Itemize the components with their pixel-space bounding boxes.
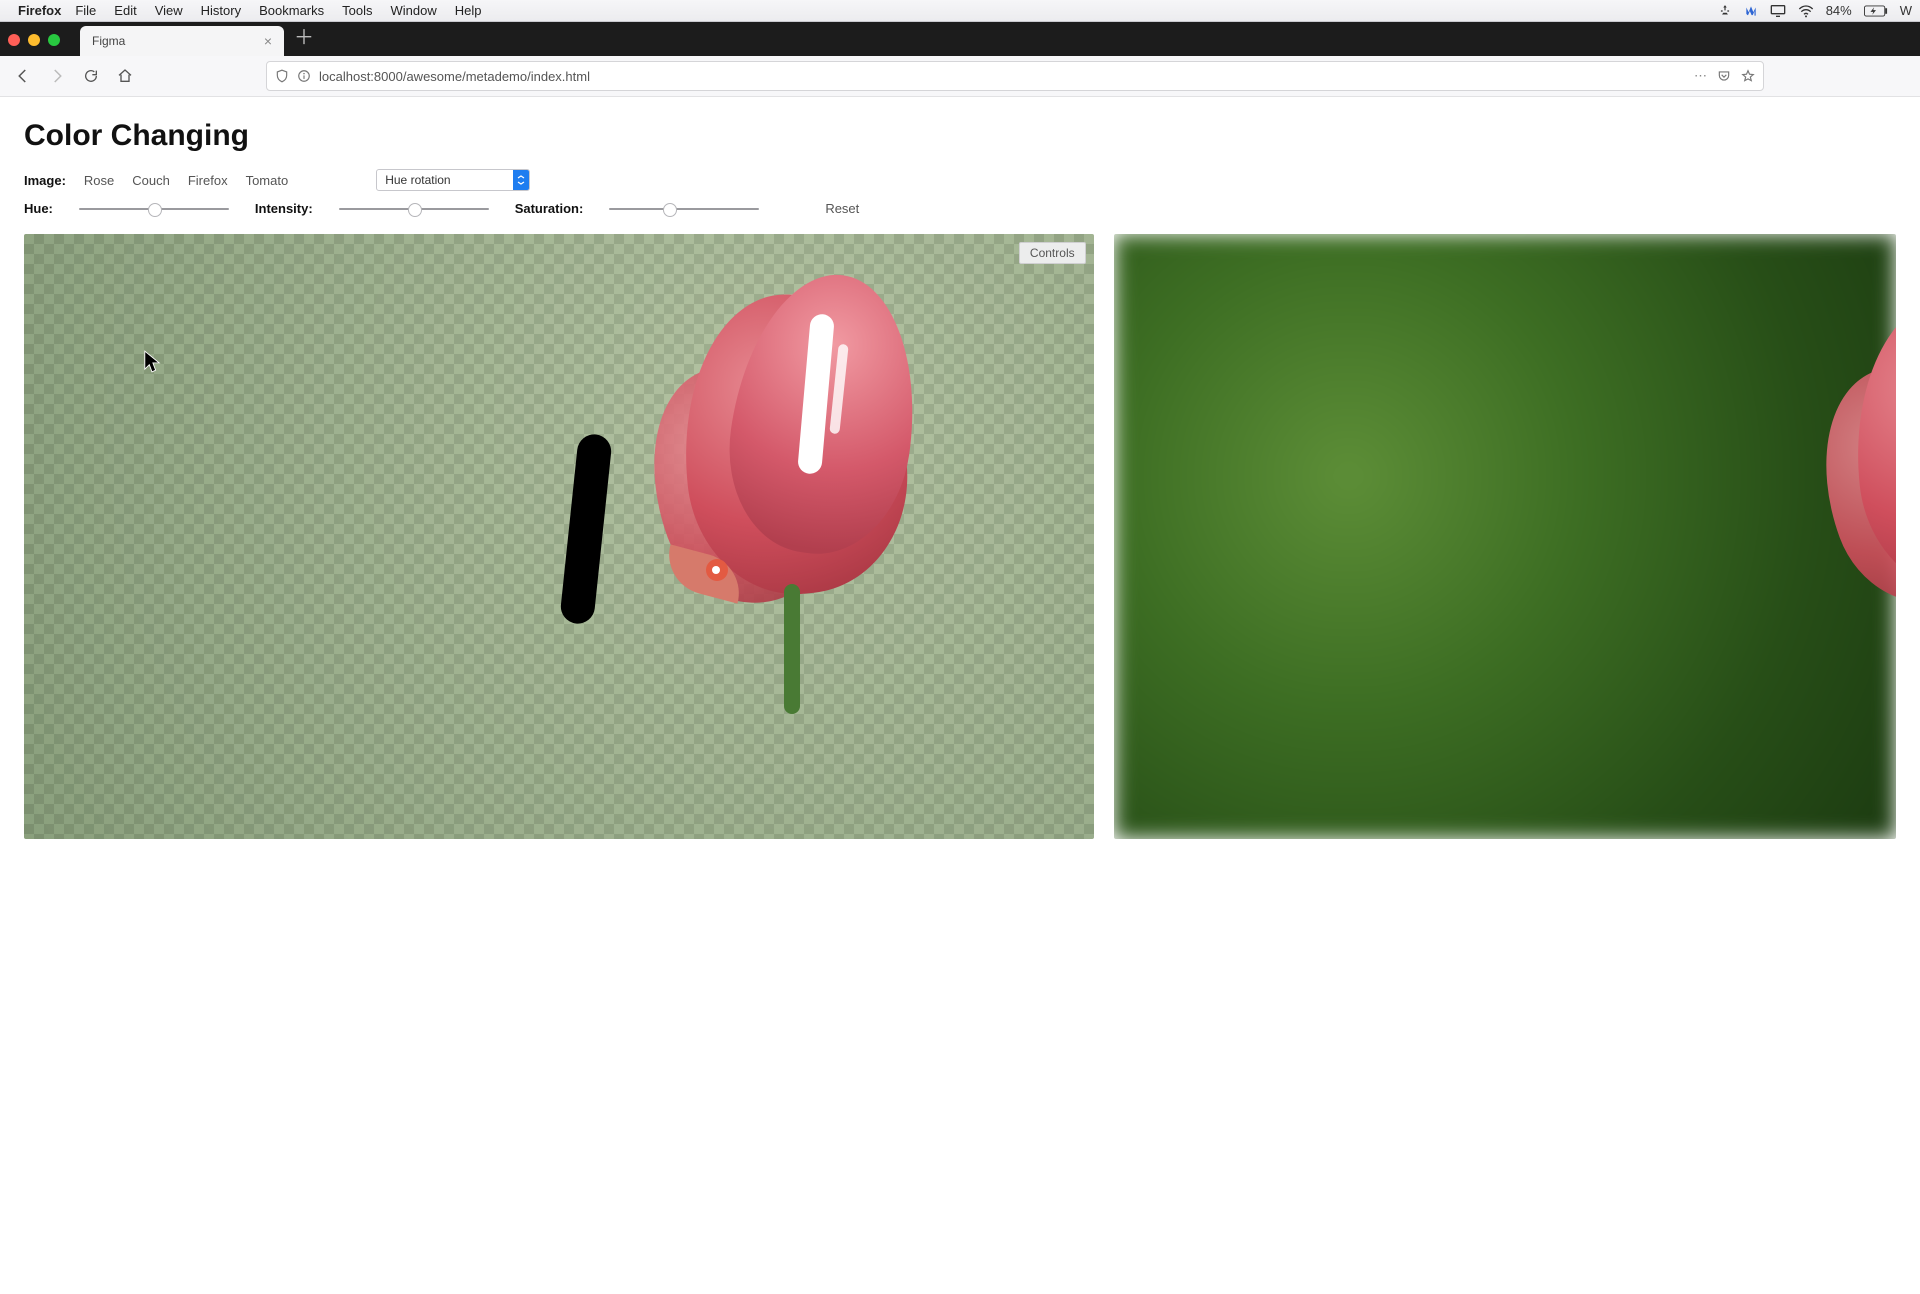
- tulip-right: [1816, 254, 1896, 654]
- image-label: Image:: [24, 173, 66, 188]
- images-row: Controls: [24, 234, 1896, 839]
- menu-bookmarks[interactable]: Bookmarks: [259, 3, 324, 18]
- blurred-background: [1114, 234, 1896, 839]
- saturation-label: Saturation:: [515, 201, 584, 216]
- mac-menubar: Firefox File Edit View History Bookmarks…: [0, 0, 1920, 22]
- browser-toolbar: localhost:8000/awesome/metademo/index.ht…: [0, 56, 1920, 97]
- page-actions-icon[interactable]: ⋯: [1694, 68, 1707, 84]
- site-info-icon[interactable]: [297, 69, 311, 83]
- edited-image-panel[interactable]: Controls: [24, 234, 1094, 839]
- tracking-shield-icon[interactable]: [275, 69, 289, 83]
- original-image-panel[interactable]: [1114, 234, 1896, 839]
- image-choice-tomato[interactable]: Tomato: [246, 173, 289, 188]
- nav-reload-button[interactable]: [78, 63, 104, 89]
- reset-button[interactable]: Reset: [825, 201, 859, 216]
- battery-icon[interactable]: [1864, 5, 1888, 17]
- image-choice-firefox[interactable]: Firefox: [188, 173, 228, 188]
- hue-slider[interactable]: [79, 202, 229, 216]
- tulip-left: [644, 254, 974, 654]
- image-choice-couch[interactable]: Couch: [132, 173, 170, 188]
- menu-history[interactable]: History: [201, 3, 241, 18]
- url-bar[interactable]: localhost:8000/awesome/metademo/index.ht…: [266, 61, 1764, 91]
- mode-select[interactable]: Hue rotation: [376, 169, 530, 191]
- tab-strip: Figma × ＋: [0, 22, 1920, 56]
- nav-home-button[interactable]: [112, 63, 138, 89]
- battery-percent: 84%: [1826, 3, 1852, 18]
- menu-window[interactable]: Window: [391, 3, 437, 18]
- firefox-window: Figma × ＋ localhost:8000/awesome/metadem…: [0, 22, 1920, 1294]
- window-close[interactable]: [8, 34, 20, 46]
- menu-edit[interactable]: Edit: [114, 3, 136, 18]
- page-title: Color Changing: [24, 119, 1896, 153]
- new-tab-button[interactable]: ＋: [294, 21, 314, 50]
- browser-tab[interactable]: Figma ×: [80, 26, 284, 56]
- wifi-icon[interactable]: [1798, 4, 1814, 18]
- window-controls: [8, 34, 60, 46]
- menu-file[interactable]: File: [75, 3, 96, 18]
- tab-close-icon[interactable]: ×: [264, 33, 272, 49]
- panel-controls-tab[interactable]: Controls: [1019, 242, 1086, 264]
- mode-select-value: Hue rotation: [377, 173, 513, 187]
- nav-forward-button[interactable]: [44, 63, 70, 89]
- intensity-slider[interactable]: [339, 202, 489, 216]
- window-minimize[interactable]: [28, 34, 40, 46]
- nav-back-button[interactable]: [10, 63, 36, 89]
- tab-title: Figma: [92, 34, 125, 48]
- menubar-right-letter: W: [1900, 3, 1912, 18]
- hue-label: Hue:: [24, 201, 53, 216]
- active-app-name[interactable]: Firefox: [18, 3, 61, 18]
- malwarebytes-icon[interactable]: [1744, 4, 1758, 18]
- page-content: Color Changing Image: Rose Couch Firefox…: [0, 97, 1920, 1294]
- intensity-label: Intensity:: [255, 201, 313, 216]
- dropdown-arrow-icon: [513, 170, 529, 190]
- menubar-status: 84% W: [1718, 3, 1912, 18]
- display-icon[interactable]: [1770, 4, 1786, 18]
- menu-help[interactable]: Help: [455, 3, 482, 18]
- malware-icon[interactable]: [1718, 4, 1732, 18]
- menu-tools[interactable]: Tools: [342, 3, 372, 18]
- saturation-slider[interactable]: [609, 202, 759, 216]
- window-maximize[interactable]: [48, 34, 60, 46]
- bookmark-star-icon[interactable]: [1741, 69, 1755, 83]
- image-select-row: Image: Rose Couch Firefox Tomato Hue rot…: [24, 169, 1896, 191]
- image-choice-rose[interactable]: Rose: [84, 173, 114, 188]
- pocket-icon[interactable]: [1717, 69, 1731, 83]
- slider-row: Hue: Intensity: Saturation: Reset: [24, 201, 1896, 216]
- menu-view[interactable]: View: [155, 3, 183, 18]
- url-text: localhost:8000/awesome/metademo/index.ht…: [319, 69, 590, 84]
